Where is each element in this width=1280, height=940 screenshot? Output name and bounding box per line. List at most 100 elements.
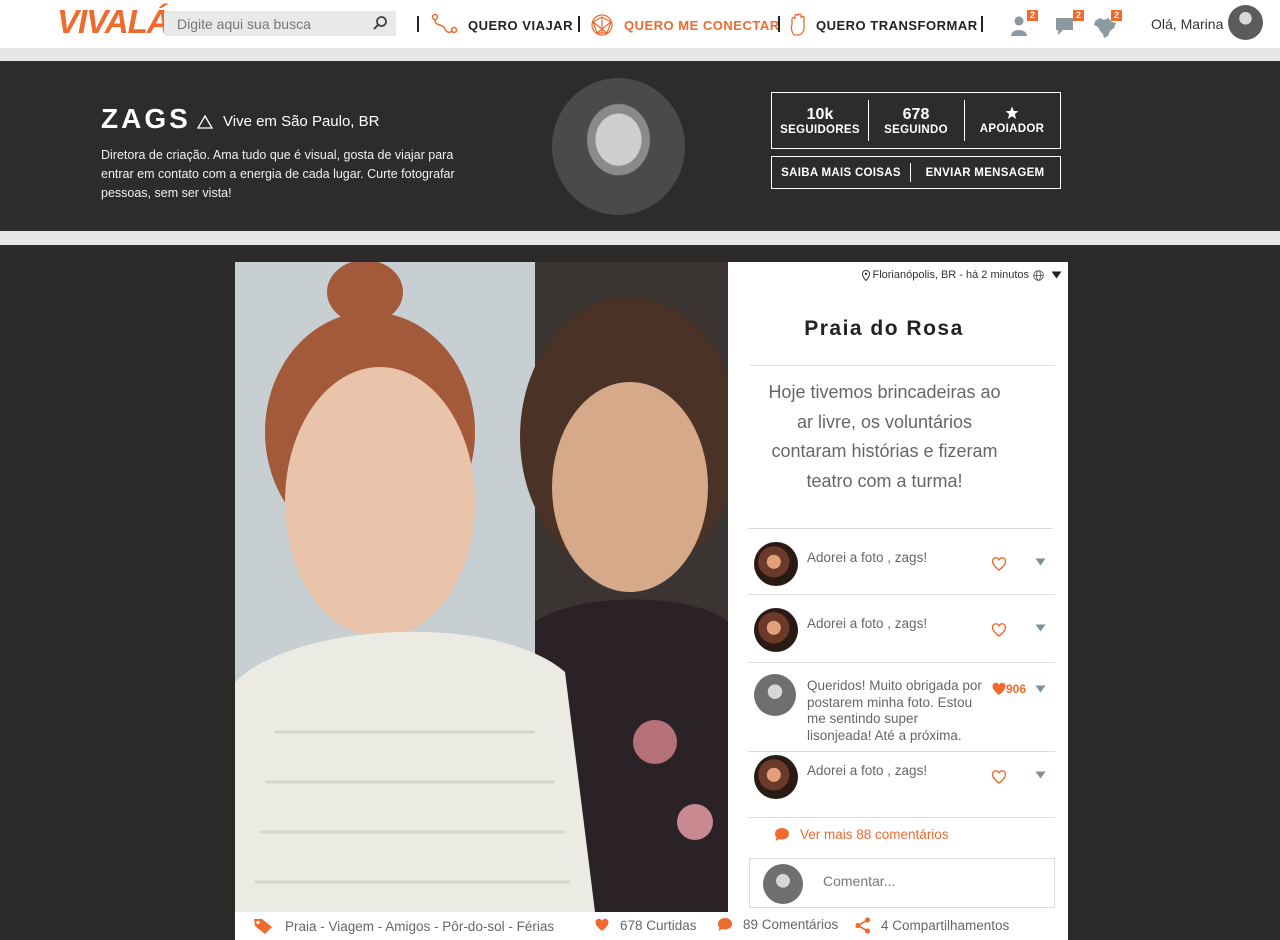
- divider: [748, 817, 1055, 818]
- search-box: [164, 11, 396, 36]
- heart-outline-icon[interactable]: [991, 769, 1007, 785]
- commenter-avatar[interactable]: [754, 755, 798, 799]
- supporter-stat[interactable]: APOIADOR: [964, 93, 1060, 148]
- nav-quero-transformar[interactable]: QUERO TRANSFORMAR: [790, 12, 978, 38]
- comment-item: Adorei a foto , zags!: [748, 754, 1058, 808]
- nav-quero-viajar[interactable]: QUERO VIAJAR: [431, 12, 573, 38]
- more-comments-link[interactable]: Ver mais 88 comentários: [774, 827, 949, 842]
- post-shares[interactable]: 4 Compartilhamentos: [855, 917, 1009, 934]
- comment-bubble-icon: [775, 828, 789, 841]
- comment-input[interactable]: [823, 873, 1043, 889]
- nav-separator: [778, 16, 780, 32]
- tags-text[interactable]: Praia - Viagem - Amigos - Pôr-do-sol - F…: [285, 919, 554, 934]
- comment-options-caret-icon[interactable]: [1035, 624, 1046, 632]
- post-likes[interactable]: 678 Curtidas: [594, 917, 697, 933]
- nav-label: QUERO VIAJAR: [468, 17, 573, 33]
- post-description: Hoje tivemos brincadeiras ao ar livre, o…: [768, 382, 1001, 491]
- globe-icon: [1033, 269, 1044, 281]
- triangle-icon: [197, 114, 213, 129]
- notification-badge: 2: [1111, 10, 1122, 21]
- post-options-caret-icon[interactable]: [1051, 271, 1062, 279]
- divider: [748, 751, 1055, 752]
- comment-item: Adorei a foto , zags!: [748, 541, 1058, 595]
- commenter-avatar[interactable]: [754, 608, 798, 652]
- nav-quero-me-conectar[interactable]: QUERO ME CONECTAR: [590, 12, 780, 38]
- divider: [748, 528, 1053, 529]
- location-pin-icon: [862, 269, 871, 281]
- comment-options-caret-icon[interactable]: [1035, 685, 1046, 693]
- post-meta: Florianópolis, BR - há 2 minutos: [862, 269, 1062, 281]
- star-icon: [1005, 106, 1019, 119]
- comment-text: Adorei a foto , zags!: [807, 550, 928, 565]
- notification-badge: 2: [1027, 10, 1038, 21]
- profile-divider: [0, 231, 1280, 245]
- divider: [750, 365, 1055, 366]
- comment-composer: [749, 858, 1055, 908]
- supporter-label: APOIADOR: [979, 123, 1045, 135]
- enviar-mensagem-button[interactable]: ENVIAR MENSAGEM: [910, 157, 1060, 188]
- profile-bio: Diretora de criação. Ama tudo que é visu…: [101, 148, 455, 200]
- profile-location: Vive em São Paulo, BR: [197, 113, 379, 130]
- map-notification[interactable]: 2: [1092, 10, 1122, 38]
- shares-text: 4 Compartilhamentos: [881, 918, 1010, 933]
- comment-options-caret-icon[interactable]: [1035, 558, 1046, 566]
- profile-name: ZAGS: [101, 103, 191, 134]
- user-avatar[interactable]: [1228, 5, 1263, 40]
- comment-like-count: 906: [1006, 682, 1027, 696]
- following-count: 678: [902, 105, 930, 123]
- likes-text: 678 Curtidas: [620, 917, 697, 933]
- more-comments-text: Ver mais 88 comentários: [800, 827, 949, 842]
- comment-item: Adorei a foto , zags!: [748, 607, 1058, 661]
- nav-separator: [981, 16, 983, 32]
- post-tags: Praia - Viagem - Amigos - Pôr-do-sol - F…: [253, 917, 554, 935]
- nav-label: QUERO ME CONECTAR: [624, 17, 780, 33]
- comment-text: Queridos! Muito obrigada por postarem mi…: [807, 678, 982, 743]
- location-text: Vive em São Paulo, BR: [223, 113, 380, 130]
- following-stat[interactable]: 678 SEGUINDO: [868, 93, 964, 148]
- comment-text: Adorei a foto , zags!: [807, 763, 928, 778]
- commenter-avatar[interactable]: [754, 674, 796, 716]
- profile-header: ZAGS Vive em São Paulo, BR Diretora de c…: [0, 61, 1280, 231]
- post-title: Praia do Rosa: [804, 317, 964, 340]
- post-photo[interactable]: [235, 262, 728, 912]
- heart-outline-icon[interactable]: [991, 622, 1007, 638]
- share-icon: [855, 917, 871, 934]
- network-icon: [591, 14, 613, 36]
- search-icon[interactable]: [372, 15, 388, 31]
- divider: [748, 594, 1055, 595]
- profile-stats: 10k SEGUIDORES 678 SEGUINDO APOIADOR: [771, 92, 1061, 149]
- messages-notification[interactable]: 2: [1054, 10, 1084, 38]
- selfie-illustration: [235, 262, 728, 912]
- comment-text: Adorei a foto , zags!: [807, 616, 928, 631]
- heart-filled-icon: [595, 918, 609, 931]
- heart-filled-icon[interactable]: [991, 681, 1007, 697]
- search-input[interactable]: [164, 11, 364, 36]
- followers-count: 10k: [806, 105, 834, 123]
- profile-actions: SAIBA MAIS COISAS ENVIAR MENSAGEM: [771, 156, 1061, 189]
- current-user-avatar: [763, 864, 803, 904]
- nav-separator: [578, 16, 580, 32]
- heart-outline-icon[interactable]: [991, 556, 1007, 572]
- followers-label: SEGUIDORES: [780, 123, 860, 136]
- post-meta-text: Florianópolis, BR - há 2 minutos: [872, 269, 1029, 281]
- tag-icon: [254, 919, 272, 934]
- hand-icon: [790, 13, 805, 36]
- top-navigation-bar: VIVALÁ QUERO VIAJAR QUERO ME CONECTAR QU…: [0, 0, 1280, 48]
- notification-badge: 2: [1073, 10, 1084, 21]
- saiba-mais-button[interactable]: SAIBA MAIS COISAS: [772, 157, 910, 188]
- comment-count-text: 89 Comentários: [743, 917, 839, 932]
- vivala-logo[interactable]: VIVALÁ: [57, 3, 171, 41]
- post-footer: Praia - Viagem - Amigos - Pôr-do-sol - F…: [235, 912, 1068, 940]
- post-comment-count[interactable]: 89 Comentários: [717, 917, 838, 932]
- comment-options-caret-icon[interactable]: [1035, 771, 1046, 779]
- route-icon: [431, 13, 458, 34]
- user-greeting[interactable]: Olá, Marina: [1151, 16, 1223, 32]
- header-divider: [0, 48, 1280, 61]
- following-label: SEGUINDO: [884, 123, 948, 136]
- comment-bubble-icon: [718, 918, 732, 931]
- nav-separator: [417, 16, 419, 32]
- nav-label: QUERO TRANSFORMAR: [816, 17, 978, 33]
- users-notification[interactable]: 2: [1008, 10, 1038, 38]
- followers-stat[interactable]: 10k SEGUIDORES: [772, 93, 868, 148]
- commenter-avatar[interactable]: [754, 542, 798, 586]
